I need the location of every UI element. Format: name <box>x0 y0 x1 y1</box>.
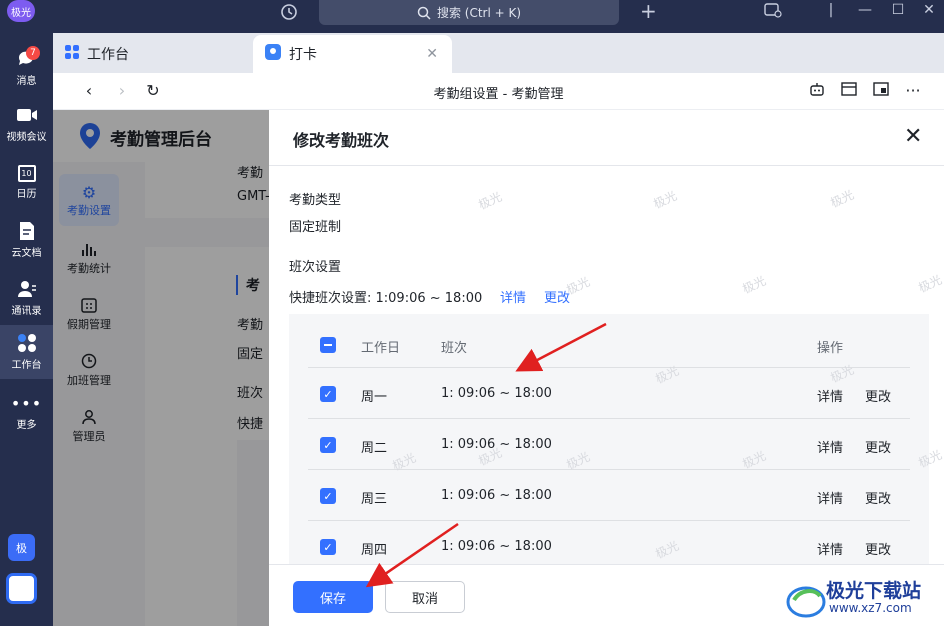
global-search-bar[interactable]: 搜索 (Ctrl + K) <box>319 0 619 25</box>
row-checkbox[interactable]: ✓ <box>320 539 336 555</box>
brand-url: www.xz7.com <box>829 601 912 615</box>
row-change-link[interactable]: 更改 <box>865 386 891 405</box>
brand-name: 极光下载站 <box>826 580 922 602</box>
workday-cell: 周一 <box>361 390 388 405</box>
row-checkbox[interactable]: ✓ <box>320 437 336 453</box>
window-separator: | <box>828 2 834 18</box>
sidebar-item-workbench[interactable]: 工作台 <box>0 325 53 379</box>
row-checkbox[interactable]: ✓ <box>320 386 336 402</box>
attendance-type-label: 考勤类型 <box>289 193 342 208</box>
search-placeholder: 搜索 (Ctrl + K) <box>436 6 522 20</box>
row-change-link[interactable]: 更改 <box>865 437 891 456</box>
title-bar: 极光 搜索 (Ctrl + K) + | — ☐ ✕ <box>0 0 944 33</box>
tab-label: 打卡 <box>289 47 317 63</box>
workday-cell: 周三 <box>361 492 388 507</box>
row-details-link[interactable]: 详情 <box>817 539 843 558</box>
unread-badge: 7 <box>26 46 40 60</box>
row-details-link[interactable]: 详情 <box>817 386 843 405</box>
quick-shift-change-link[interactable]: 更改 <box>544 287 570 306</box>
brand-logo-icon <box>786 586 826 618</box>
app-sidebar: 消息 7 视频会议 10 日历 云文档 通讯录 工作台 ••• 更多 极 <box>0 33 53 626</box>
sidebar-item-label: 通讯录 <box>11 306 42 317</box>
search-icon <box>417 6 431 20</box>
row-checkbox[interactable]: ✓ <box>320 488 336 504</box>
column-header-shift: 班次 <box>441 341 468 356</box>
workday-cell: 周四 <box>361 543 388 558</box>
quick-shift-details-link[interactable]: 详情 <box>500 287 526 306</box>
history-icon[interactable] <box>278 3 300 21</box>
sidebar-item-more[interactable]: ••• 更多 <box>0 385 53 439</box>
sidebar-item-label: 消息 <box>16 76 37 87</box>
divider <box>269 165 944 166</box>
table-row: ✓ 周一 1: 09:06 ~ 18:00 详情 更改 <box>308 368 910 419</box>
attendance-type-value: 固定班制 <box>289 220 342 235</box>
jiguang-badge-icon[interactable]: 极 <box>8 534 35 561</box>
column-header-workday: 工作日 <box>361 341 401 356</box>
workbench-grid-icon <box>16 333 38 353</box>
window-icon[interactable] <box>839 81 859 100</box>
cancel-button[interactable]: 取消 <box>385 581 465 613</box>
sidebar-item-label: 日历 <box>16 188 37 200</box>
tab-workbench[interactable]: 工作台 <box>53 35 251 73</box>
shift-cell: 1: 09:06 ~ 18:00 <box>441 386 552 401</box>
shift-cell: 1: 09:06 ~ 18:00 <box>441 539 552 554</box>
tab-bar: 工作台 打卡 ✕ <box>53 33 944 73</box>
column-header-actions: 操作 <box>817 341 844 356</box>
minimize-icon[interactable]: — <box>854 2 876 18</box>
row-details-link[interactable]: 详情 <box>817 437 843 456</box>
row-change-link[interactable]: 更改 <box>865 539 891 558</box>
drawer-title: 修改考勤班次 <box>293 131 390 150</box>
select-all-checkbox[interactable] <box>320 337 336 353</box>
sidebar-item-label: 云文档 <box>11 248 42 259</box>
close-tab-icon[interactable]: ✕ <box>426 46 438 62</box>
close-icon[interactable]: ✕ <box>904 126 922 148</box>
row-details-link[interactable]: 详情 <box>817 488 843 507</box>
maximize-icon[interactable]: ☐ <box>887 2 909 18</box>
tab-label: 工作台 <box>87 47 129 63</box>
page-nav-bar: ‹ › ↻ 考勤组设置 - 考勤管理 ··· <box>53 73 944 110</box>
open-new-window-icon[interactable] <box>871 81 891 100</box>
save-button[interactable]: 保存 <box>293 581 373 613</box>
location-pin-icon <box>265 44 281 64</box>
video-camera-icon <box>16 105 38 125</box>
add-icon[interactable]: + <box>640 1 657 21</box>
app-logo-icon[interactable] <box>6 573 37 604</box>
user-avatar[interactable]: 极光 <box>7 0 35 22</box>
more-options-icon[interactable]: ··· <box>903 81 923 100</box>
table-row: ✓ 周三 1: 09:06 ~ 18:00 详情 更改 <box>308 470 910 521</box>
sidebar-item-calendar[interactable]: 10 日历 <box>0 155 53 209</box>
sidebar-item-label: 更多 <box>16 420 37 431</box>
grid-icon <box>65 45 79 63</box>
table-header-row: 工作日 班次 操作 <box>308 320 910 368</box>
row-change-link[interactable]: 更改 <box>865 488 891 507</box>
notification-settings-icon[interactable] <box>762 2 784 22</box>
sidebar-item-contacts[interactable]: 通讯录 <box>0 271 53 325</box>
tab-checkin[interactable]: 打卡 ✕ <box>253 35 452 73</box>
document-icon <box>16 221 38 241</box>
robot-icon[interactable] <box>807 81 827 101</box>
modal-overlay[interactable] <box>53 110 269 626</box>
workday-cell: 周二 <box>361 441 388 456</box>
sidebar-item-label: 视频会议 <box>6 132 47 143</box>
sidebar-item-video-meeting[interactable]: 视频会议 <box>0 97 53 151</box>
shift-settings-label: 班次设置 <box>289 260 342 275</box>
more-dots-icon: ••• <box>10 393 43 413</box>
sidebar-item-label: 工作台 <box>11 360 42 371</box>
shift-cell: 1: 09:06 ~ 18:00 <box>441 488 552 503</box>
sidebar-item-messages[interactable]: 消息 7 <box>0 41 53 95</box>
contacts-icon <box>16 279 38 299</box>
close-window-icon[interactable]: ✕ <box>918 2 940 18</box>
quick-shift-setting: 快捷班次设置: 1:09:06 ~ 18:00 <box>289 291 483 306</box>
calendar-icon: 10 <box>17 164 36 182</box>
sidebar-item-docs[interactable]: 云文档 <box>0 213 53 267</box>
